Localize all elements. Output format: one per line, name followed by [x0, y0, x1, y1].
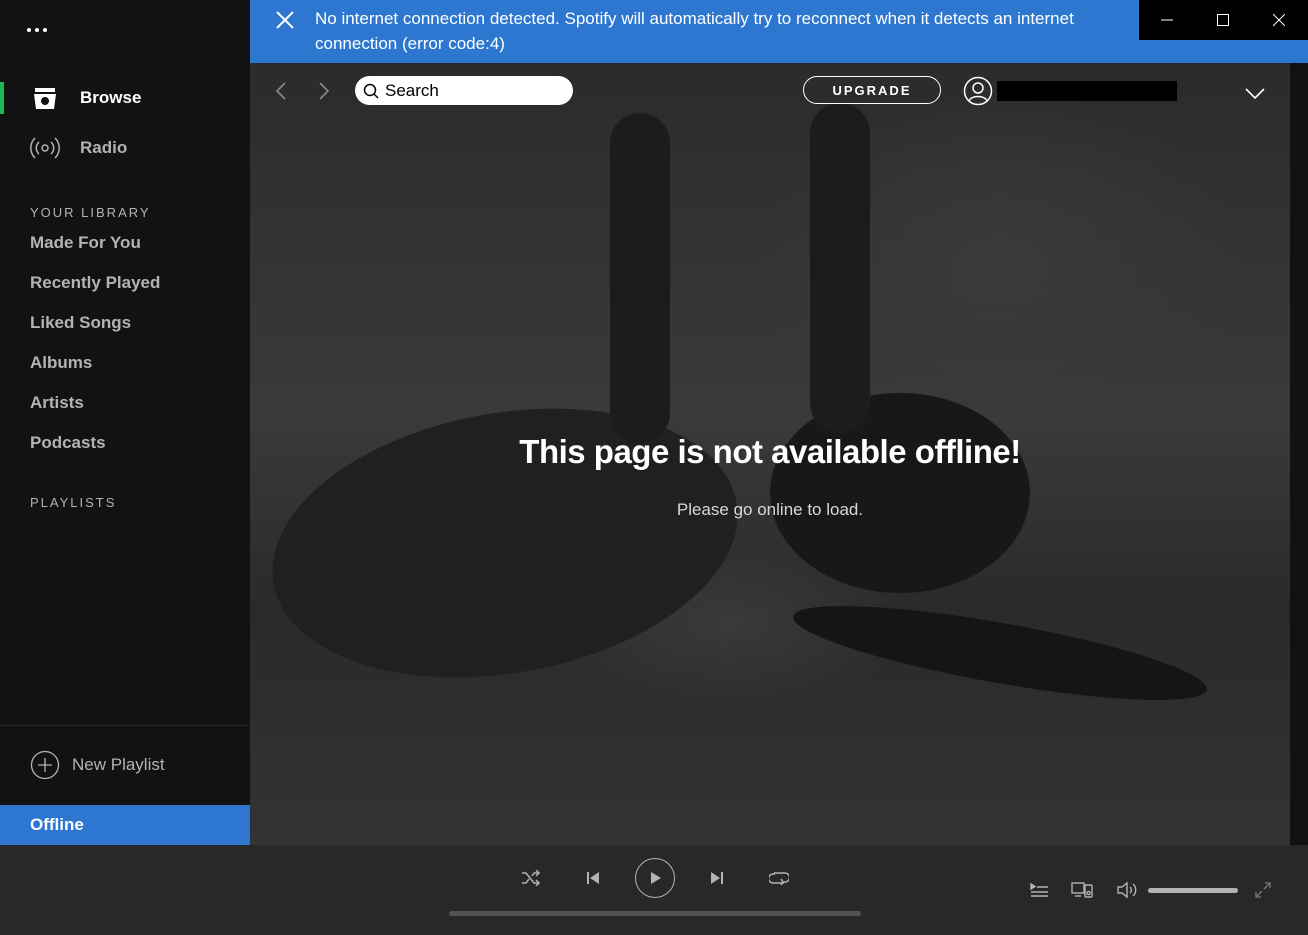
new-playlist-label: New Playlist — [72, 755, 165, 774]
page-title: This page is not available offline! — [519, 433, 1021, 470]
chevron-down-icon[interactable] — [1243, 81, 1267, 105]
user-avatar-icon[interactable] — [963, 76, 993, 106]
close-window-icon[interactable] — [1251, 0, 1307, 40]
library-item-albums[interactable]: Albums — [30, 353, 92, 373]
upgrade-button[interactable]: UPGRADE — [803, 76, 941, 104]
next-track-icon[interactable] — [704, 867, 730, 889]
active-indicator — [0, 82, 4, 114]
back-arrow-icon[interactable] — [270, 79, 294, 103]
play-button[interactable] — [635, 858, 675, 898]
sidebar-item-browse[interactable]: Browse — [0, 76, 250, 120]
volume-icon[interactable] — [1114, 879, 1140, 901]
playlists-section-title: PLAYLISTS — [30, 495, 117, 510]
sidebar-item-label: Radio — [80, 138, 128, 157]
username-redacted — [997, 81, 1177, 101]
library-item-artists[interactable]: Artists — [30, 393, 84, 413]
banner-message: No internet connection detected. Spotify… — [315, 9, 1074, 53]
offline-notification-banner: No internet connection detected. Spotify… — [250, 0, 1139, 63]
search-icon — [363, 83, 379, 99]
play-icon — [651, 872, 661, 884]
minimize-icon[interactable] — [1139, 0, 1195, 40]
sidebar-item-label: Browse — [80, 88, 142, 107]
player-bar — [0, 845, 1308, 935]
offline-status-bar: Offline — [0, 805, 250, 845]
page-subtitle: Please go online to load. — [676, 500, 864, 519]
library-item-made-for-you[interactable]: Made For You — [30, 233, 141, 253]
browse-icon — [30, 83, 60, 113]
top-navigation: UPGRADE — [250, 63, 1290, 119]
devices-icon[interactable] — [1069, 879, 1095, 901]
plus-circle-icon — [30, 750, 60, 780]
sidebar: Browse Radio YOUR LIBRARY Made For You R… — [0, 0, 250, 845]
search-input[interactable] — [383, 79, 567, 102]
forward-arrow-icon[interactable] — [311, 79, 335, 103]
shuffle-icon[interactable] — [518, 867, 544, 889]
sidebar-divider — [0, 725, 250, 726]
queue-icon[interactable] — [1026, 879, 1052, 901]
library-item-recently-played[interactable]: Recently Played — [30, 273, 160, 293]
window-controls — [1139, 0, 1308, 40]
library-item-podcasts[interactable]: Podcasts — [30, 433, 106, 453]
offline-label: Offline — [30, 815, 84, 834]
repeat-icon[interactable] — [766, 867, 792, 889]
previous-track-icon[interactable] — [580, 867, 606, 889]
playback-progress-bar[interactable] — [449, 911, 861, 916]
sidebar-item-radio[interactable]: Radio — [0, 126, 250, 170]
library-section-title: YOUR LIBRARY — [30, 205, 151, 220]
maximize-icon[interactable] — [1195, 0, 1251, 40]
banner-strip — [1139, 40, 1308, 63]
radio-icon — [30, 133, 60, 163]
volume-slider[interactable] — [1148, 888, 1238, 893]
library-item-liked-songs[interactable]: Liked Songs — [30, 313, 131, 333]
volume-fill — [1148, 888, 1238, 893]
more-options-icon[interactable] — [27, 28, 47, 32]
new-playlist-button[interactable]: New Playlist — [30, 750, 165, 780]
search-box[interactable] — [355, 76, 573, 105]
fullscreen-icon[interactable] — [1252, 879, 1274, 901]
close-banner-icon[interactable] — [274, 9, 296, 31]
main-view: UPGRADE This page is not available offli… — [250, 63, 1290, 845]
scrollbar[interactable] — [1290, 63, 1308, 845]
